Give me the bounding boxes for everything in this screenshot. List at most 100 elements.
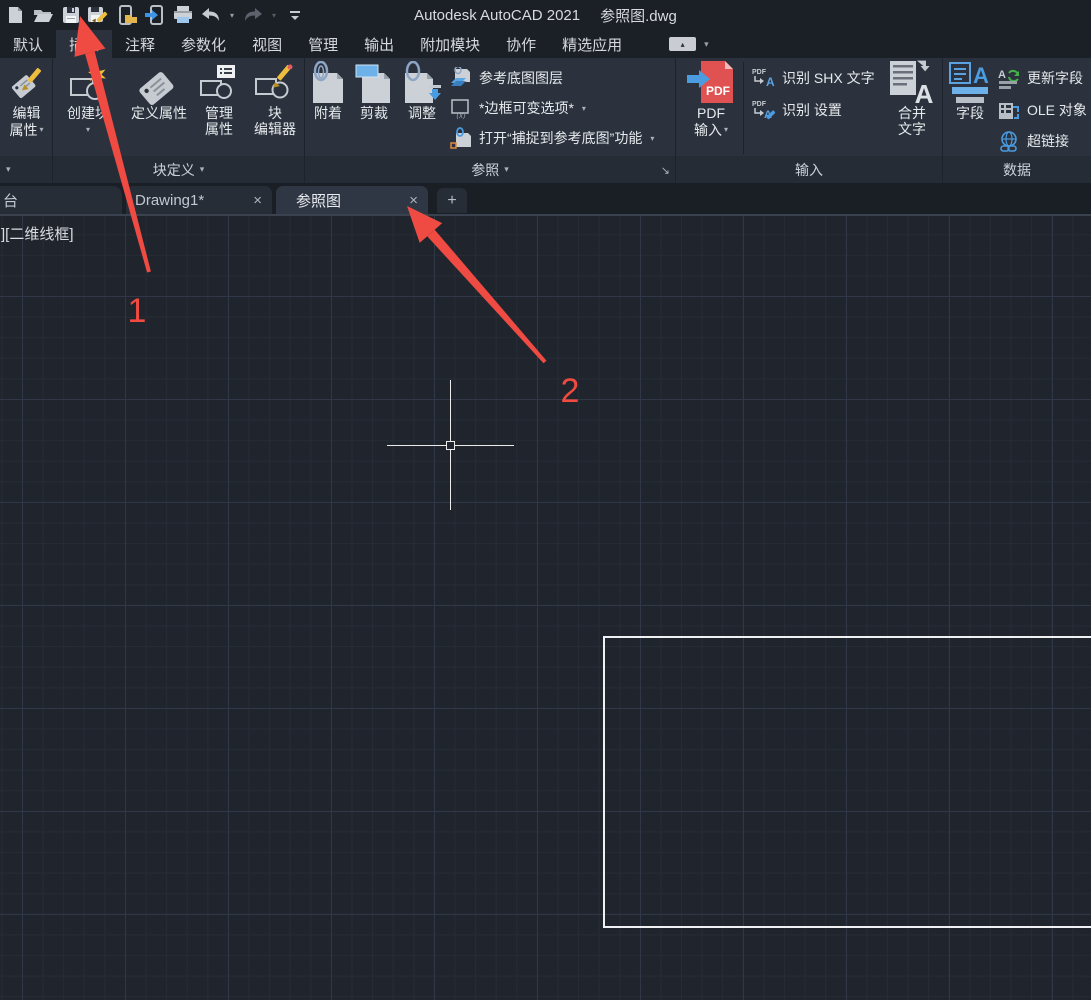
panel-title-data[interactable]: 数据	[943, 156, 1091, 183]
recognition-settings-icon: PDF A	[750, 98, 776, 122]
reference-tab-close-icon[interactable]: ×	[409, 192, 418, 209]
panel-title-import[interactable]: 输入	[676, 156, 942, 183]
underlay-layers-button[interactable]: 参考底图图层	[449, 65, 563, 91]
snap-underlay-button[interactable]: 打开“捕捉到参考底图”功能 ▾	[449, 125, 654, 151]
qat-customize-icon	[288, 8, 302, 22]
tab-annotate[interactable]: 注释	[112, 30, 168, 58]
panel-title-reference[interactable]: 参照 ▾	[305, 156, 675, 183]
create-block-label: 创建块	[67, 105, 109, 121]
file-tab-bar: 台 Drawing1* × 参照图 × +	[0, 183, 1091, 216]
block-editor-label-1: 块	[268, 105, 282, 121]
drawing1-tab-close-icon[interactable]: ×	[253, 192, 262, 209]
panel-reference: 附着 剪裁	[305, 58, 676, 183]
ribbon-collapse-dropdown[interactable]: ▾	[704, 39, 709, 50]
panel-data: A 字段 A 更新字段	[943, 58, 1091, 183]
tab-collaborate[interactable]: 协作	[493, 30, 549, 58]
pdf-import-button[interactable]: PDF PDF 输入 ▾	[680, 61, 742, 138]
attach-label: 附着	[314, 105, 342, 121]
viewport-controls-label[interactable]: ][二维线框]	[1, 223, 74, 244]
hyperlink-button[interactable]: 超链接	[997, 128, 1069, 154]
open-file-button[interactable]	[31, 3, 55, 27]
mobile-open-icon	[116, 5, 138, 25]
ribbon-collapse-button[interactable]: ▴	[669, 37, 696, 51]
adjust-button[interactable]: 调整	[397, 61, 447, 121]
undo-dropdown[interactable]: ▾	[227, 11, 237, 20]
tab-featured-apps[interactable]: 精选应用	[549, 30, 635, 58]
qat-customize-button[interactable]	[283, 3, 307, 27]
block-definition-title: 块定义	[153, 160, 195, 180]
save-as-button[interactable]	[87, 3, 111, 27]
file-tab-start[interactable]: 台	[0, 186, 122, 214]
clip-button[interactable]: 剪裁	[351, 61, 397, 121]
define-attributes-icon	[137, 63, 181, 105]
panel-block-partial: 编辑 属性 ▾ ▾	[0, 58, 53, 183]
edit-attributes-button[interactable]: 编辑 属性 ▾	[0, 61, 53, 138]
save-icon	[61, 5, 81, 25]
drawing-canvas[interactable]: ][二维线框]	[0, 216, 1091, 1000]
panel-title-block-definition[interactable]: 块定义 ▾	[53, 156, 304, 183]
ole-object-icon	[997, 99, 1021, 121]
field-label: 字段	[956, 105, 984, 121]
combine-text-button[interactable]: A 合并 文字	[884, 61, 940, 137]
title-bar: ▾ ▾ Autodesk AutoCAD 2021 参照图.dwg	[0, 0, 1091, 30]
field-button[interactable]: A 字段	[945, 61, 995, 121]
svg-text:A: A	[766, 75, 775, 89]
update-field-button[interactable]: A 更新字段	[997, 65, 1083, 91]
panel-import: PDF PDF 输入 ▾ PDF A 识别 SHX 文字	[676, 58, 943, 183]
recognition-settings-button[interactable]: PDF A 识别 设置	[750, 97, 842, 123]
save-to-mobile-button[interactable]	[143, 3, 167, 27]
tab-output[interactable]: 输出	[351, 30, 407, 58]
edit-attributes-icon	[8, 65, 46, 105]
ole-object-label: OLE 对象	[1027, 100, 1087, 120]
create-block-button[interactable]: 创建块 ▾	[55, 61, 121, 138]
attach-button[interactable]: 附着	[305, 61, 351, 121]
autocad-window: ▾ ▾ Autodesk AutoCAD 2021 参照图.dwg 默认 插入 …	[0, 0, 1091, 1000]
undo-button[interactable]	[199, 3, 223, 27]
recognition-settings-label: 识别 设置	[782, 100, 842, 120]
manage-attributes-label-1: 管理	[205, 105, 233, 121]
block-editor-label-2: 编辑器	[254, 121, 296, 137]
import-title: 输入	[795, 160, 823, 180]
tab-parametric[interactable]: 参数化	[168, 30, 239, 58]
frame-option-icon: (x)	[449, 97, 473, 119]
svg-text:PDF: PDF	[706, 84, 730, 98]
start-tab-label: 台	[0, 190, 18, 211]
block-editor-button[interactable]: 块 编辑器	[247, 61, 303, 137]
reference-dialog-launcher[interactable]: ↘	[661, 166, 670, 177]
recognize-shx-button[interactable]: PDF A 识别 SHX 文字	[750, 65, 875, 91]
plot-button[interactable]	[171, 3, 195, 27]
tab-default[interactable]: 默认	[0, 30, 56, 58]
tab-addins[interactable]: 附加模块	[407, 30, 493, 58]
document-title: 参照图.dwg	[600, 5, 677, 26]
new-drawing-tab-button[interactable]: +	[437, 188, 467, 213]
file-tab-drawing1[interactable]: Drawing1* ×	[126, 186, 272, 214]
file-tab-reference-active[interactable]: 参照图 ×	[276, 186, 428, 214]
field-icon: A	[948, 61, 992, 105]
tab-manage[interactable]: 管理	[295, 30, 351, 58]
recognize-shx-label: 识别 SHX 文字	[782, 68, 875, 88]
frame-option-button[interactable]: (x) *边框可变选项* ▾	[449, 95, 586, 121]
data-title: 数据	[1003, 160, 1031, 180]
panel-partial-flyout: ▾	[6, 164, 11, 175]
tab-insert[interactable]: 插入	[56, 30, 112, 58]
attach-icon	[308, 61, 348, 105]
create-block-icon	[68, 63, 108, 105]
adjust-icon	[401, 61, 443, 105]
manage-attributes-button[interactable]: 管理 属性	[191, 61, 247, 137]
crosshair-pickbox	[446, 441, 455, 450]
tab-view[interactable]: 视图	[239, 30, 295, 58]
redo-button[interactable]	[241, 3, 265, 27]
define-attributes-button[interactable]: 定义属性	[123, 61, 195, 121]
save-button[interactable]	[59, 3, 83, 27]
ribbon-tab-bar: 默认 插入 注释 参数化 视图 管理 输出 附加模块 协作 精选应用 ▴ ▾	[0, 30, 1091, 58]
update-field-label: 更新字段	[1027, 68, 1083, 88]
ole-object-button[interactable]: OLE 对象	[997, 97, 1087, 123]
reference-tab-label: 参照图	[276, 190, 341, 211]
underlay-layers-icon	[449, 67, 473, 89]
panel-title-partial[interactable]: ▾	[0, 156, 52, 183]
open-from-mobile-button[interactable]	[115, 3, 139, 27]
create-block-dropdown: ▾	[86, 122, 90, 138]
new-file-button[interactable]	[3, 3, 27, 27]
block-editor-icon	[254, 63, 296, 105]
redo-dropdown[interactable]: ▾	[269, 11, 279, 20]
